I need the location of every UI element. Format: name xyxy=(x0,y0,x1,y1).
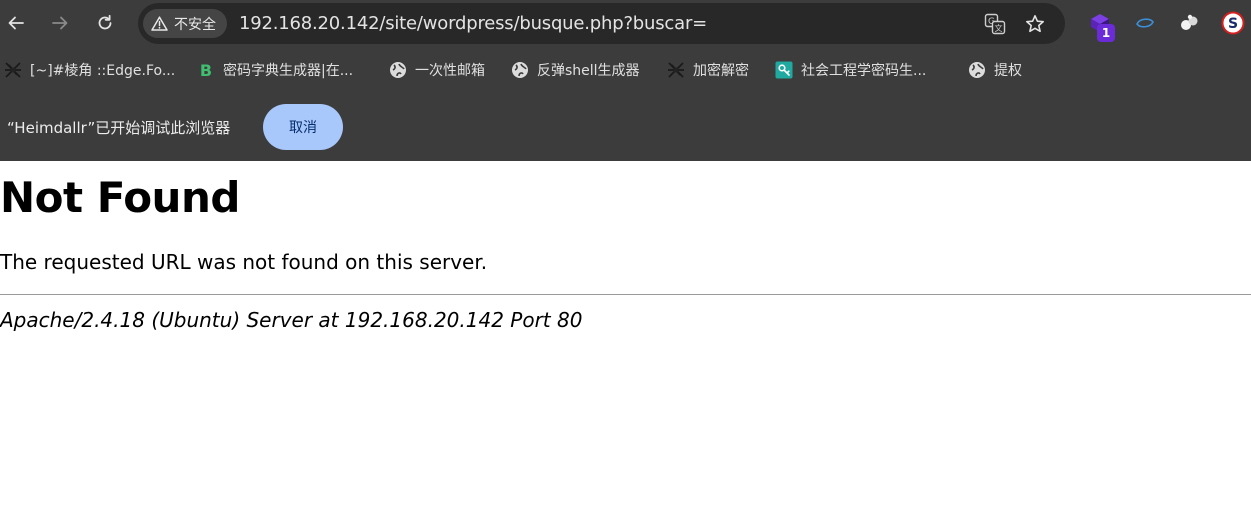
globe-icon xyxy=(968,61,986,79)
security-label: 不安全 xyxy=(174,16,216,33)
key-icon xyxy=(775,61,793,79)
svg-text:B: B xyxy=(200,61,212,79)
globe-icon xyxy=(511,61,529,79)
extension-s-logo-icon: S xyxy=(1221,11,1245,35)
extension-eye-icon xyxy=(1136,18,1154,28)
bookmark-label: 提权 xyxy=(994,63,1022,79)
error-message: The requested URL was not found on this … xyxy=(0,250,488,274)
infobar-message: “Heimdallr”已开始调试此浏览器 xyxy=(7,119,231,137)
extension-button-3[interactable] xyxy=(1175,9,1203,37)
bookmark-item[interactable]: B 密码字典生成器|在... xyxy=(197,54,353,86)
reload-icon xyxy=(98,14,112,30)
globe-icon xyxy=(389,61,407,79)
bookmark-item[interactable]: 反弹shell生成器 xyxy=(511,54,640,86)
bookmark-item[interactable]: 提权 xyxy=(968,54,1022,86)
bookmark-label: 一次性邮箱 xyxy=(415,63,485,79)
bookmark-label: 加密解密 xyxy=(693,63,749,79)
security-chip[interactable]: 不安全 xyxy=(143,9,227,38)
browser-chrome: 不安全 192.168.20.142/site/wordpress/busque… xyxy=(0,0,1251,161)
bookmark-label: 社会工程学密码生... xyxy=(801,63,927,79)
divider xyxy=(0,294,1251,295)
extension-bubbles-icon xyxy=(1181,14,1198,30)
forward-button[interactable] xyxy=(45,8,75,38)
svg-text:文: 文 xyxy=(995,23,1003,33)
page-content: Not Found The requested URL was not foun… xyxy=(0,161,1251,528)
reload-button[interactable] xyxy=(90,8,120,38)
svg-text:S: S xyxy=(1228,16,1238,32)
bookmark-item[interactable]: 一次性邮箱 xyxy=(389,54,485,86)
star-icon xyxy=(1026,15,1044,33)
translate-button[interactable]: G 文 xyxy=(983,12,1007,36)
warning-icon xyxy=(151,16,168,31)
bookmark-item[interactable]: [~]#棱角 ::Edge.Fo... xyxy=(4,54,175,86)
page-title: Not Found xyxy=(0,173,240,222)
bookmark-label: [~]#棱角 ::Edge.Fo... xyxy=(30,63,176,79)
bookmark-item[interactable]: 社会工程学密码生... xyxy=(775,54,926,86)
back-button[interactable] xyxy=(1,8,31,38)
cancel-button[interactable]: 取消 xyxy=(263,104,343,150)
extension-button-4[interactable]: S xyxy=(1219,9,1247,37)
bookmark-label: 反弹shell生成器 xyxy=(537,63,640,79)
debugging-infobar: “Heimdallr”已开始调试此浏览器 取消 xyxy=(0,92,1251,161)
translate-icon: G 文 xyxy=(984,13,1006,35)
extension-button-2[interactable] xyxy=(1131,9,1159,37)
spider-icon xyxy=(667,61,685,79)
server-signature: Apache/2.4.18 (Ubuntu) Server at 192.168… xyxy=(0,308,583,332)
extension-badge: 1 xyxy=(1097,24,1115,42)
spider-icon xyxy=(4,61,22,79)
address-bar[interactable]: 不安全 192.168.20.142/site/wordpress/busque… xyxy=(138,3,1065,44)
browser-toolbar: 不安全 192.168.20.142/site/wordpress/busque… xyxy=(0,0,1251,46)
bookmarks-bar: [~]#棱角 ::Edge.Fo... B 密码字典生成器|在... 一次性邮箱 xyxy=(0,54,1251,86)
arrow-left-icon xyxy=(8,16,24,30)
arrow-right-icon xyxy=(52,16,68,30)
b-logo-icon: B xyxy=(197,61,215,79)
url-text[interactable]: 192.168.20.142/site/wordpress/busque.php… xyxy=(239,13,707,34)
bookmark-star-button[interactable] xyxy=(1023,12,1047,36)
bookmark-label: 密码字典生成器|在... xyxy=(223,63,354,79)
bookmark-item[interactable]: 加密解密 xyxy=(667,54,749,86)
